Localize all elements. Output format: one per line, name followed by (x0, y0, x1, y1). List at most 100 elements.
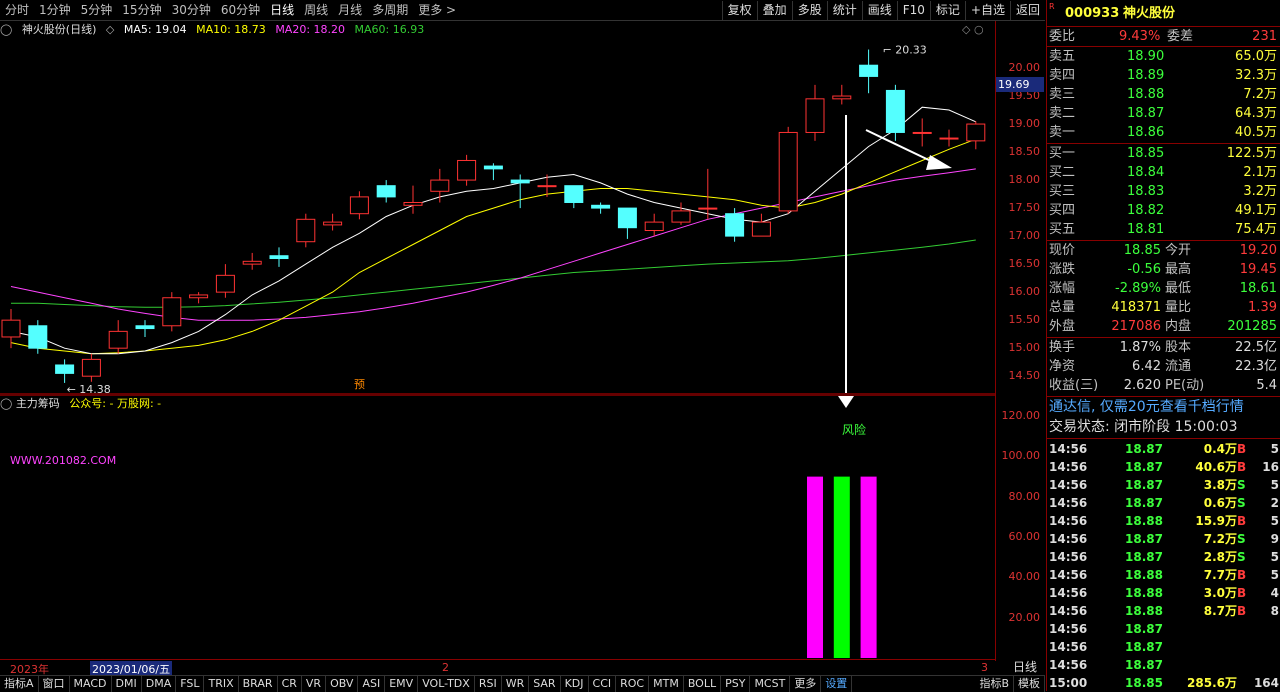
period-4[interactable]: 30分钟 (167, 0, 216, 20)
toolbar-button-0[interactable]: 复权 (721, 0, 757, 20)
indicator-tab-19[interactable]: ROC (616, 676, 650, 692)
indicator-tab-13[interactable]: VOL-TDX (418, 676, 475, 692)
candle[interactable] (323, 213, 343, 231)
indicator-tab-17[interactable]: KDJ (561, 676, 589, 692)
period-3[interactable]: 15分钟 (117, 0, 166, 20)
ask-price[interactable]: 18.89 (1127, 66, 1164, 85)
indicator-tab-6[interactable]: TRIX (204, 676, 239, 692)
indicator-tab-20[interactable]: MTM (649, 676, 684, 692)
candle[interactable] (805, 84, 825, 141)
candle[interactable] (698, 168, 718, 220)
ask-price[interactable]: 18.87 (1127, 104, 1164, 123)
candle[interactable] (778, 126, 798, 214)
toolbar-button-5[interactable]: F10 (896, 0, 930, 20)
indicator-tab-1[interactable]: 窗口 (39, 676, 70, 692)
bid-price[interactable]: 18.84 (1127, 163, 1164, 182)
indicator-tab-18[interactable]: CCI (589, 676, 617, 692)
ad-banner[interactable]: 通达信, 仅需20元查看千档行情 (1049, 398, 1244, 417)
indicator-tab-5[interactable]: FSL (176, 676, 205, 692)
candle[interactable] (966, 121, 986, 150)
toolbar-button-6[interactable]: 标记 (929, 0, 965, 20)
tab-right-0[interactable]: 指标B (975, 676, 1014, 692)
indicator-tab-14[interactable]: RSI (475, 676, 502, 692)
indicator-tab-10[interactable]: OBV (326, 676, 359, 692)
candle[interactable] (644, 213, 664, 237)
candle[interactable] (591, 202, 611, 214)
period-0[interactable]: 分时 (0, 0, 34, 20)
period-label[interactable]: 日线 (1006, 659, 1044, 675)
indicator-tab-0[interactable]: 指标A (0, 676, 39, 692)
toolbar-button-4[interactable]: 画线 (861, 0, 897, 20)
indicator-tab-12[interactable]: EMV (385, 676, 419, 692)
candle[interactable] (564, 185, 584, 209)
candle[interactable] (885, 84, 905, 141)
candle[interactable] (725, 208, 745, 242)
candle[interactable] (483, 163, 503, 181)
indicator-tab-25[interactable]: 设置 (821, 676, 853, 692)
chart-collapse-icon[interactable]: ◯ (0, 23, 12, 36)
toolbar-button-8[interactable]: 返回 (1009, 0, 1045, 20)
period-1[interactable]: 1分钟 (34, 0, 76, 20)
candle[interactable] (403, 185, 423, 214)
candle[interactable] (215, 264, 235, 298)
indicator-tab-16[interactable]: SAR (529, 676, 561, 692)
candle[interactable] (269, 247, 289, 267)
candle[interactable] (81, 353, 101, 382)
tab-right-1[interactable]: 模板 (1014, 676, 1045, 692)
indicator-chart[interactable]: 风险 (0, 396, 995, 658)
toolbar-button-3[interactable]: 统计 (826, 0, 862, 20)
candle[interactable] (859, 49, 879, 94)
toolbar-button-2[interactable]: 多股 (791, 0, 827, 20)
indicator-tab-3[interactable]: DMI (112, 676, 142, 692)
candle[interactable] (671, 202, 691, 225)
candle[interactable] (751, 213, 771, 237)
candle[interactable] (832, 84, 852, 105)
candle[interactable] (296, 213, 316, 248)
indicator-tab-21[interactable]: BOLL (684, 676, 722, 692)
candle[interactable] (1, 308, 21, 349)
indicator-tab-15[interactable]: WR (502, 676, 530, 692)
candle[interactable] (349, 191, 369, 220)
candlestick-chart[interactable]: ⌐ 20.33 ← 14.38 预 (0, 40, 995, 393)
candle[interactable] (55, 359, 75, 383)
toolbar-button-7[interactable]: +自选 (964, 0, 1010, 20)
indicator-tab-9[interactable]: VR (302, 676, 327, 692)
period-2[interactable]: 5分钟 (76, 0, 118, 20)
candle[interactable] (376, 180, 396, 203)
period-7[interactable]: 周线 (299, 0, 333, 20)
candle[interactable] (189, 292, 209, 304)
period-8[interactable]: 月线 (333, 0, 367, 20)
candle[interactable] (510, 174, 530, 209)
ask-price[interactable]: 18.88 (1127, 85, 1164, 104)
bid-price[interactable]: 18.85 (1127, 144, 1164, 163)
candle[interactable] (939, 129, 959, 147)
indicator-tab-23[interactable]: MCST (750, 676, 791, 692)
period-9[interactable]: 多周期 (367, 0, 413, 20)
ask-price[interactable]: 18.90 (1127, 47, 1164, 66)
candle[interactable] (617, 207, 637, 239)
indicator-tab-8[interactable]: CR (278, 676, 302, 692)
candle[interactable] (108, 320, 128, 354)
candle[interactable] (135, 320, 155, 337)
indicator-tab-24[interactable]: 更多 (790, 676, 822, 692)
bid-price[interactable]: 18.82 (1127, 201, 1164, 220)
candle[interactable] (457, 154, 477, 186)
candle[interactable] (162, 292, 182, 332)
indicator-tab-4[interactable]: DMA (142, 676, 177, 692)
bid-price[interactable]: 18.81 (1127, 220, 1164, 239)
ma-toggle-icon[interactable]: ◇ (106, 23, 114, 36)
chart-settings-icon[interactable]: ◇ ○ (962, 23, 984, 36)
candle[interactable] (430, 168, 450, 203)
ask-price[interactable]: 18.86 (1127, 123, 1164, 142)
indicator-tab-22[interactable]: PSY (721, 676, 751, 692)
indicator-tab-7[interactable]: BRAR (239, 676, 278, 692)
candle[interactable] (242, 252, 262, 270)
toolbar-button-1[interactable]: 叠加 (756, 0, 792, 20)
candle[interactable] (912, 118, 932, 147)
indicator-tab-11[interactable]: ASI (358, 676, 386, 692)
period-6[interactable]: 日线 (265, 0, 299, 20)
bid-price[interactable]: 18.83 (1127, 182, 1164, 201)
indicator-tab-2[interactable]: MACD (70, 676, 112, 692)
period-5[interactable]: 60分钟 (216, 0, 265, 20)
period-10[interactable]: 更多 > (413, 0, 461, 20)
